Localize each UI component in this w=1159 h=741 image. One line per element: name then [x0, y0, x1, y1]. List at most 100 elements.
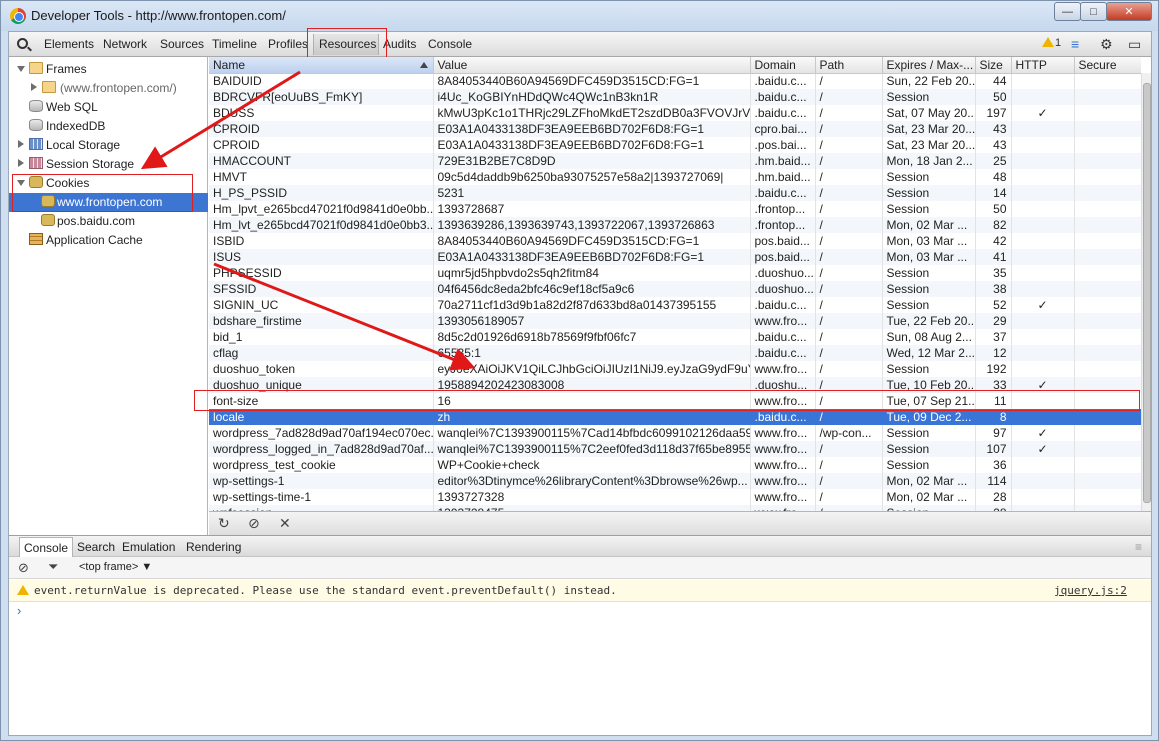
cell-secure[interactable] [1074, 169, 1141, 185]
cell-secure[interactable] [1074, 201, 1141, 217]
cell-http[interactable]: ✓ [1011, 105, 1075, 121]
cell-value[interactable]: 8A84053440B60A94569DFC459D3515CD:FG=1 [433, 73, 751, 89]
cell-domain[interactable]: .frontop... [750, 217, 816, 233]
cell-secure[interactable] [1074, 265, 1141, 281]
cell-path[interactable]: / [815, 441, 883, 457]
cell-path[interactable]: / [815, 137, 883, 153]
cell-expires[interactable]: Session [882, 457, 976, 473]
cell-secure[interactable] [1074, 73, 1141, 89]
cell-path[interactable]: / [815, 329, 883, 345]
table-row[interactable]: CPROID E03A1A0433138DF3EA9EEB6BD702F6D8:F… [209, 137, 1141, 153]
cell-secure[interactable] [1074, 409, 1141, 425]
cell-path[interactable]: / [815, 457, 883, 473]
cell-expires[interactable]: Mon, 02 Mar ... [882, 489, 976, 505]
filter-icon[interactable]: ⏷ [48, 559, 58, 575]
cell-name[interactable]: BDUSS [209, 105, 434, 121]
scrollbar-thumb[interactable] [1143, 83, 1151, 503]
cell-value[interactable]: 09c5d4daddb9b6250ba93075257e58a2|1393727… [433, 169, 751, 185]
cell-domain[interactable]: www.fro... [750, 457, 816, 473]
cell-http[interactable] [1011, 73, 1075, 89]
cell-size[interactable]: 43 [975, 137, 1012, 153]
drawer-tab-console[interactable]: Console [19, 537, 74, 557]
cell-size[interactable]: 82 [975, 217, 1012, 233]
table-row[interactable]: wp-settings-time-1 1393727328 www.fro... / M… [209, 489, 1141, 505]
cell-http[interactable] [1011, 457, 1075, 473]
gear-icon[interactable]: ⚙ [1100, 36, 1113, 53]
cell-path[interactable]: / [815, 105, 883, 121]
table-row[interactable]: wordpress_logged_in_7ad828d9ad70af... wan… [209, 441, 1141, 457]
table-row[interactable]: BDRCVFR[eoUuBS_FmKY] i4Uc_KoGBIYnHDdQWc4Q… [209, 89, 1141, 105]
cell-secure[interactable] [1074, 217, 1141, 233]
cell-name[interactable]: wordpress_logged_in_7ad828d9ad70af... [209, 441, 434, 457]
sidebar-item-frames[interactable]: Frames [9, 60, 208, 79]
tab-elements[interactable]: Elements [44, 37, 94, 51]
cell-http[interactable] [1011, 329, 1075, 345]
cell-domain[interactable]: .baidu.c... [750, 297, 816, 313]
cell-name[interactable]: wordpress_test_cookie [209, 457, 434, 473]
table-row[interactable]: PHPSESSID uqmr5jd5hpbvdo2s5qh2fitm84 .duos… [209, 265, 1141, 281]
cell-domain[interactable]: .hm.baid... [750, 153, 816, 169]
cell-size[interactable]: 107 [975, 441, 1012, 457]
cell-http[interactable] [1011, 489, 1075, 505]
cell-name[interactable]: ISBID [209, 233, 434, 249]
cell-size[interactable]: 36 [975, 457, 1012, 473]
table-row[interactable]: HMACCOUNT 729E31B2BE7C8D9D .hm.baid... / Mon… [209, 153, 1141, 169]
cell-secure[interactable] [1074, 489, 1141, 505]
cell-domain[interactable]: .baidu.c... [750, 185, 816, 201]
cell-size[interactable]: 35 [975, 265, 1012, 281]
cell-expires[interactable]: Session [882, 201, 976, 217]
cell-http[interactable]: ✓ [1011, 297, 1075, 313]
cell-expires[interactable]: Mon, 18 Jan 2... [882, 153, 976, 169]
warning-badge[interactable]: 1 [1042, 37, 1061, 49]
cell-http[interactable] [1011, 409, 1075, 425]
cell-path[interactable]: / [815, 489, 883, 505]
cell-size[interactable]: 28 [975, 489, 1012, 505]
cell-http[interactable]: ✓ [1011, 441, 1075, 457]
cell-expires[interactable]: Session [882, 265, 976, 281]
cell-name[interactable]: CPROID [209, 121, 434, 137]
cell-size[interactable]: 192 [975, 361, 1012, 377]
cell-path[interactable]: / [815, 281, 883, 297]
cell-value[interactable]: E03A1A0433138DF3EA9EEB6BD702F6D8:FG=1 [433, 121, 751, 137]
tab-sources[interactable]: Sources [160, 37, 204, 51]
cell-domain[interactable]: .baidu.c... [750, 409, 816, 425]
table-row[interactable]: wordpress_7ad828d9ad70af194ec070ec... wan… [209, 425, 1141, 441]
cell-name[interactable]: Hm_lvt_e265bcd47021f0d9841d0e0bb3... [209, 217, 434, 233]
collapse-arrow-icon[interactable] [18, 140, 24, 148]
table-row[interactable]: Hm_lvt_e265bcd47021f0d9841d0e0bb3... 1393… [209, 217, 1141, 233]
cell-http[interactable] [1011, 281, 1075, 297]
cell-domain[interactable]: .baidu.c... [750, 345, 816, 361]
cell-expires[interactable]: Session [882, 441, 976, 457]
cell-name[interactable]: bdshare_firstime [209, 313, 434, 329]
cell-path[interactable]: / [815, 89, 883, 105]
cell-value[interactable]: i4Uc_KoGBIYnHDdQWc4QWc1nB3kn1R [433, 89, 751, 105]
cell-value[interactable]: 04f6456dc8eda2bfc46c9ef18cf5a9c6 [433, 281, 751, 297]
cell-size[interactable]: 14 [975, 185, 1012, 201]
table-row[interactable]: wp-settings-1 editor%3Dtinymce%26libraryC… [209, 473, 1141, 489]
collapse-arrow-icon[interactable] [31, 83, 37, 91]
cell-size[interactable]: 25 [975, 153, 1012, 169]
cell-secure[interactable] [1074, 249, 1141, 265]
cell-domain[interactable]: .baidu.c... [750, 105, 816, 121]
cell-domain[interactable]: .baidu.c... [750, 329, 816, 345]
cell-domain[interactable]: .duoshuo... [750, 265, 816, 281]
table-row[interactable]: bdshare_firstime 1393056189057 www.fro... /… [209, 313, 1141, 329]
cell-name[interactable]: HMVT [209, 169, 434, 185]
cell-name[interactable]: CPROID [209, 137, 434, 153]
cell-path[interactable]: / [815, 121, 883, 137]
refresh-icon[interactable]: ↻ [218, 515, 230, 532]
cell-size[interactable]: 37 [975, 329, 1012, 345]
sidebar-item-indexeddb[interactable]: IndexedDB [9, 117, 208, 136]
cell-secure[interactable] [1074, 137, 1141, 153]
tab-console[interactable]: Console [428, 37, 472, 51]
cell-secure[interactable] [1074, 89, 1141, 105]
cell-http[interactable] [1011, 185, 1075, 201]
table-row[interactable]: SFSSID 04f6456dc8eda2bfc46c9ef18cf5a9c6 .d… [209, 281, 1141, 297]
cell-name[interactable]: SIGNIN_UC [209, 297, 434, 313]
cell-secure[interactable] [1074, 457, 1141, 473]
cell-domain[interactable]: pos.baid... [750, 233, 816, 249]
maximize-button[interactable]: □ [1080, 2, 1107, 21]
cell-path[interactable]: /wp-con... [815, 425, 883, 441]
cell-size[interactable]: 197 [975, 105, 1012, 121]
cell-name[interactable]: wp-settings-time-1 [209, 489, 434, 505]
